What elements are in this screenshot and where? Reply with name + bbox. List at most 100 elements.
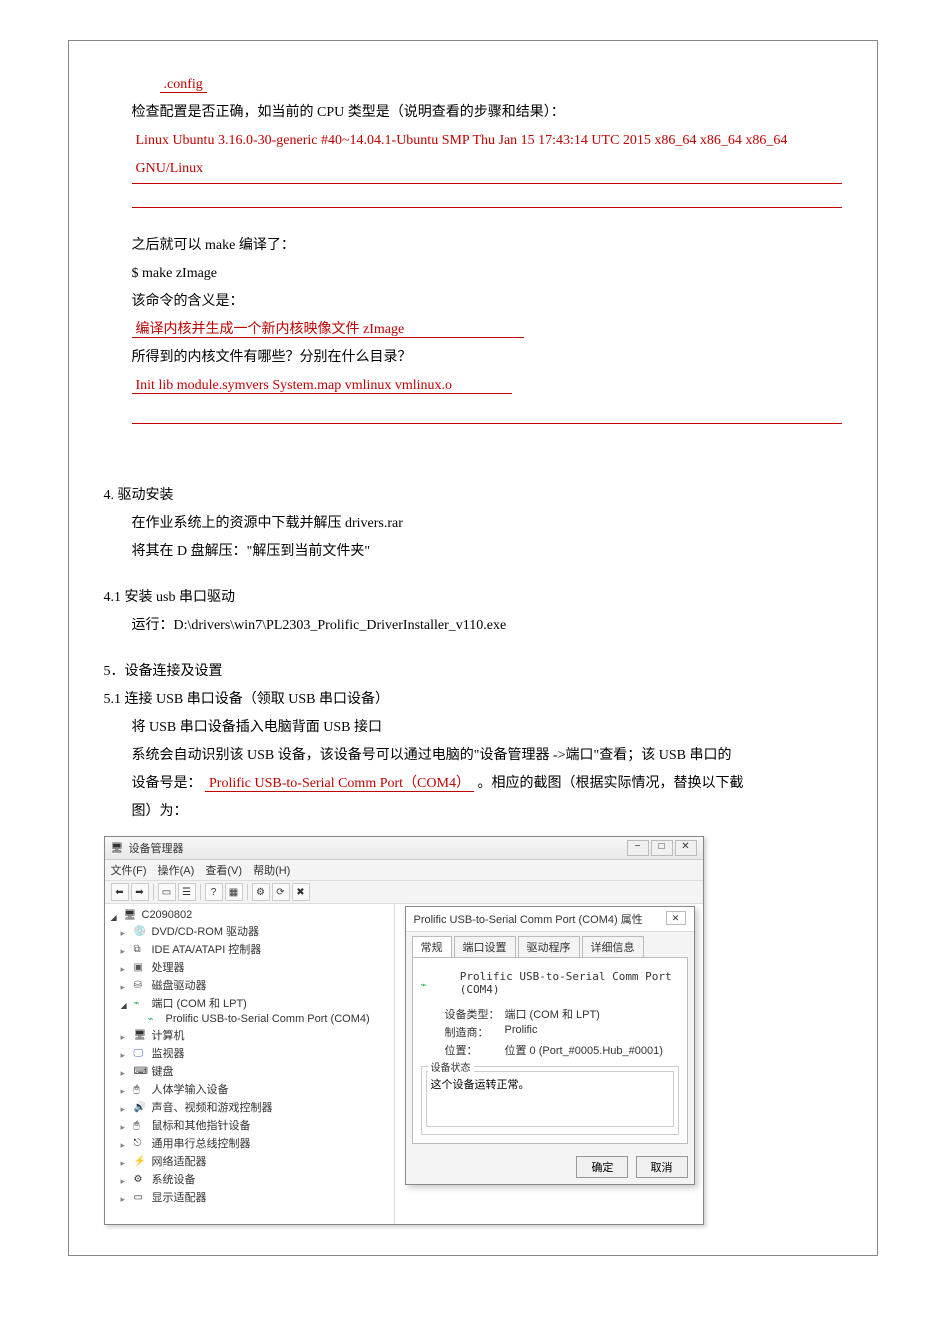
cancel-button[interactable]: 取消 xyxy=(636,1156,688,1178)
comp-icon xyxy=(134,1029,148,1041)
usb-icon xyxy=(134,1137,148,1149)
tree-item-label: DVD/CD-ROM 驱动器 xyxy=(152,923,260,939)
tree-item[interactable]: IDE ATA/ATAPI 控制器 xyxy=(107,940,392,958)
tree-item[interactable]: 监视器 xyxy=(107,1044,392,1062)
menu-help[interactable]: 帮助(H) xyxy=(253,865,290,877)
kb-icon xyxy=(134,1065,148,1077)
expand-icon xyxy=(121,1139,130,1148)
ok-button[interactable]: 确定 xyxy=(576,1156,628,1178)
expand-icon xyxy=(121,981,130,990)
port-icon xyxy=(148,1013,162,1025)
tree-item[interactable]: 鼠标和其他指针设备 xyxy=(107,1116,392,1134)
tree-port-device[interactable]: Prolific USB-to-Serial Comm Port (COM4) xyxy=(107,1012,392,1026)
label-manufacturer: 制造商： xyxy=(445,1024,505,1040)
dialog-titlebar: Prolific USB-to-Serial Comm Port (COM4) … xyxy=(406,907,694,932)
expand-icon xyxy=(111,911,120,920)
expand-icon xyxy=(121,1031,130,1040)
toolbar-forward-button[interactable]: ➡ xyxy=(131,883,149,901)
toolbar-button[interactable]: ⚙ xyxy=(252,883,270,901)
tree-item-label: 声音、视频和游戏控制器 xyxy=(152,1099,273,1115)
tab-details[interactable]: 详细信息 xyxy=(582,936,644,957)
tab-general[interactable]: 常规 xyxy=(412,936,452,957)
toolbar-button[interactable]: ▭ xyxy=(158,883,176,901)
tree-item-label: 键盘 xyxy=(152,1063,174,1079)
tree-item[interactable]: 磁盘驱动器 xyxy=(107,976,392,994)
tree-item-label: 通用串行总线控制器 xyxy=(152,1135,251,1151)
expand-icon xyxy=(121,945,130,954)
section-5-1-line2b: 设备号是： Prolific USB-to-Serial Comm Port（C… xyxy=(132,770,842,798)
blank-underline xyxy=(132,404,842,424)
label-location: 位置： xyxy=(445,1042,505,1058)
tree-item[interactable]: 通用串行总线控制器 xyxy=(107,1134,392,1152)
window-title: 设备管理器 xyxy=(129,840,627,856)
menu-action[interactable]: 操作(A) xyxy=(158,865,195,877)
menubar: 文件(F) 操作(A) 查看(V) 帮助(H) xyxy=(105,860,703,881)
tab-driver[interactable]: 驱动程序 xyxy=(518,936,580,957)
tree-root[interactable]: C2090802 xyxy=(107,908,392,922)
expand-icon xyxy=(121,963,130,972)
answer-make-meaning: 编译内核并生成一个新内核映像文件 zImage xyxy=(132,316,842,344)
section-4-1-heading: 4.1 安装 usb 串口驱动 xyxy=(104,584,842,612)
text-after-make: 之后就可以 make 编译了： xyxy=(132,232,842,260)
device-icon xyxy=(421,979,436,991)
device-number-label: 设备号是： xyxy=(132,776,202,791)
tree-ports-group[interactable]: 端口 (COM 和 LPT) xyxy=(107,994,392,1012)
tree-item-label: 磁盘驱动器 xyxy=(152,977,207,993)
cpu-icon xyxy=(134,961,148,973)
document-page: .config 检查配置是否正确，如当前的 CPU 类型是（说明查看的步骤和结果… xyxy=(68,40,878,1256)
menu-file[interactable]: 文件(F) xyxy=(111,865,147,877)
tree-item[interactable]: 人体学输入设备 xyxy=(107,1080,392,1098)
expand-icon xyxy=(121,1175,130,1184)
tree-item[interactable]: 网络适配器 xyxy=(107,1152,392,1170)
tree-item-label: 人体学输入设备 xyxy=(152,1081,229,1097)
titlebar: 设备管理器 − □ ✕ xyxy=(105,837,703,860)
section-4-line2: 将其在 D 盘解压："解压到当前文件夹" xyxy=(132,538,842,566)
toolbar-button[interactable]: ☰ xyxy=(178,883,196,901)
expand-icon xyxy=(121,1157,130,1166)
disp-icon xyxy=(134,1191,148,1203)
computer-icon xyxy=(124,909,138,921)
section-4-1-line1: 运行：D:\drivers\win7\PL2303_Prolific_Drive… xyxy=(132,612,842,640)
tree-item-label: 计算机 xyxy=(152,1027,185,1043)
tab-port-settings[interactable]: 端口设置 xyxy=(454,936,516,957)
properties-dialog: Prolific USB-to-Serial Comm Port (COM4) … xyxy=(405,906,695,1185)
net-icon xyxy=(134,1155,148,1167)
dialog-close-button[interactable]: ✕ xyxy=(666,911,686,925)
dialog-buttons: 确定 取消 xyxy=(406,1150,694,1184)
answer-uname-text: Linux Ubuntu 3.16.0-30-generic #40~14.04… xyxy=(132,127,842,184)
ide-icon xyxy=(134,943,148,955)
close-button[interactable]: ✕ xyxy=(675,840,697,856)
minimize-button[interactable]: − xyxy=(627,840,649,856)
menu-view[interactable]: 查看(V) xyxy=(205,865,242,877)
mon-icon xyxy=(134,1047,148,1059)
mouse-icon xyxy=(134,1119,148,1131)
window-icon xyxy=(111,842,125,854)
tree-item-label: 显示适配器 xyxy=(152,1189,207,1205)
tree-item-label: IDE ATA/ATAPI 控制器 xyxy=(152,941,262,957)
tree-item[interactable]: 系统设备 xyxy=(107,1170,392,1188)
tree-item[interactable]: 键盘 xyxy=(107,1062,392,1080)
tree-item[interactable]: 显示适配器 xyxy=(107,1188,392,1206)
tree-item[interactable]: 声音、视频和游戏控制器 xyxy=(107,1098,392,1116)
toolbar-back-button[interactable]: ⬅ xyxy=(111,883,129,901)
prop-row-type: 设备类型：端口 (COM 和 LPT) xyxy=(445,1006,679,1022)
device-status-group: 设备状态 xyxy=(421,1066,679,1135)
blank-underline xyxy=(132,188,842,208)
value-device-type: 端口 (COM 和 LPT) xyxy=(505,1006,600,1022)
expand-icon xyxy=(121,927,130,936)
tree-item[interactable]: 处理器 xyxy=(107,958,392,976)
answer-uname: Linux Ubuntu 3.16.0-30-generic #40~14.04… xyxy=(132,127,842,184)
tree-item[interactable]: DVD/CD-ROM 驱动器 xyxy=(107,922,392,940)
toolbar-button[interactable]: ? xyxy=(205,883,223,901)
tree-item-label: 处理器 xyxy=(152,959,185,975)
section-5-1-line2a: 系统会自动识别该 USB 设备，该设备号可以通过电脑的"设备管理器 ->端口"查… xyxy=(132,742,842,770)
maximize-button[interactable]: □ xyxy=(651,840,673,856)
window-buttons: − □ ✕ xyxy=(627,840,697,856)
device-number-suffix: 。相应的截图（根据实际情况，替换以下截 xyxy=(477,776,743,791)
toolbar-button[interactable]: ▦ xyxy=(225,883,243,901)
toolbar-button[interactable]: ✖ xyxy=(292,883,310,901)
value-location: 位置 0 (Port_#0005.Hub_#0001) xyxy=(505,1042,663,1058)
dialog-tabs: 常规 端口设置 驱动程序 详细信息 xyxy=(406,932,694,957)
toolbar-button[interactable]: ⟳ xyxy=(272,883,290,901)
tree-item[interactable]: 计算机 xyxy=(107,1026,392,1044)
